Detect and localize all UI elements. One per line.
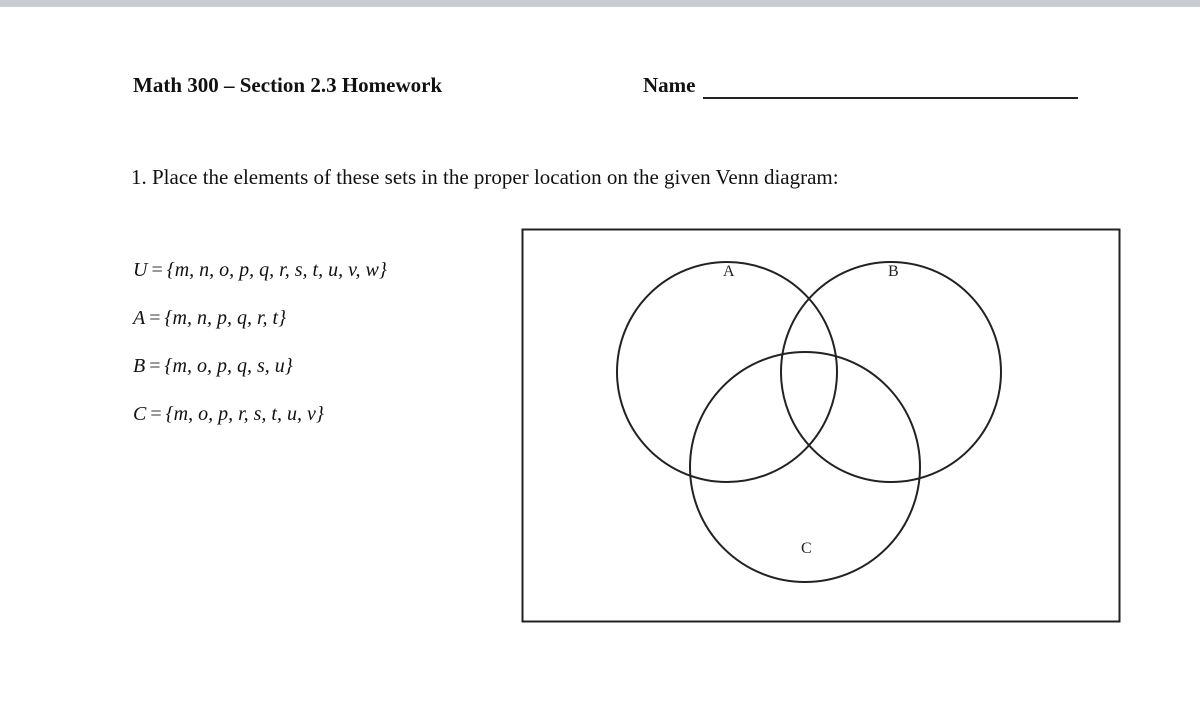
circle-a [616, 261, 838, 483]
label-c: C [801, 540, 812, 557]
venn-diagram: A B C [521, 228, 1121, 623]
label-b: B [888, 263, 899, 280]
label-a: A [723, 263, 735, 280]
circle-b [780, 261, 1002, 483]
